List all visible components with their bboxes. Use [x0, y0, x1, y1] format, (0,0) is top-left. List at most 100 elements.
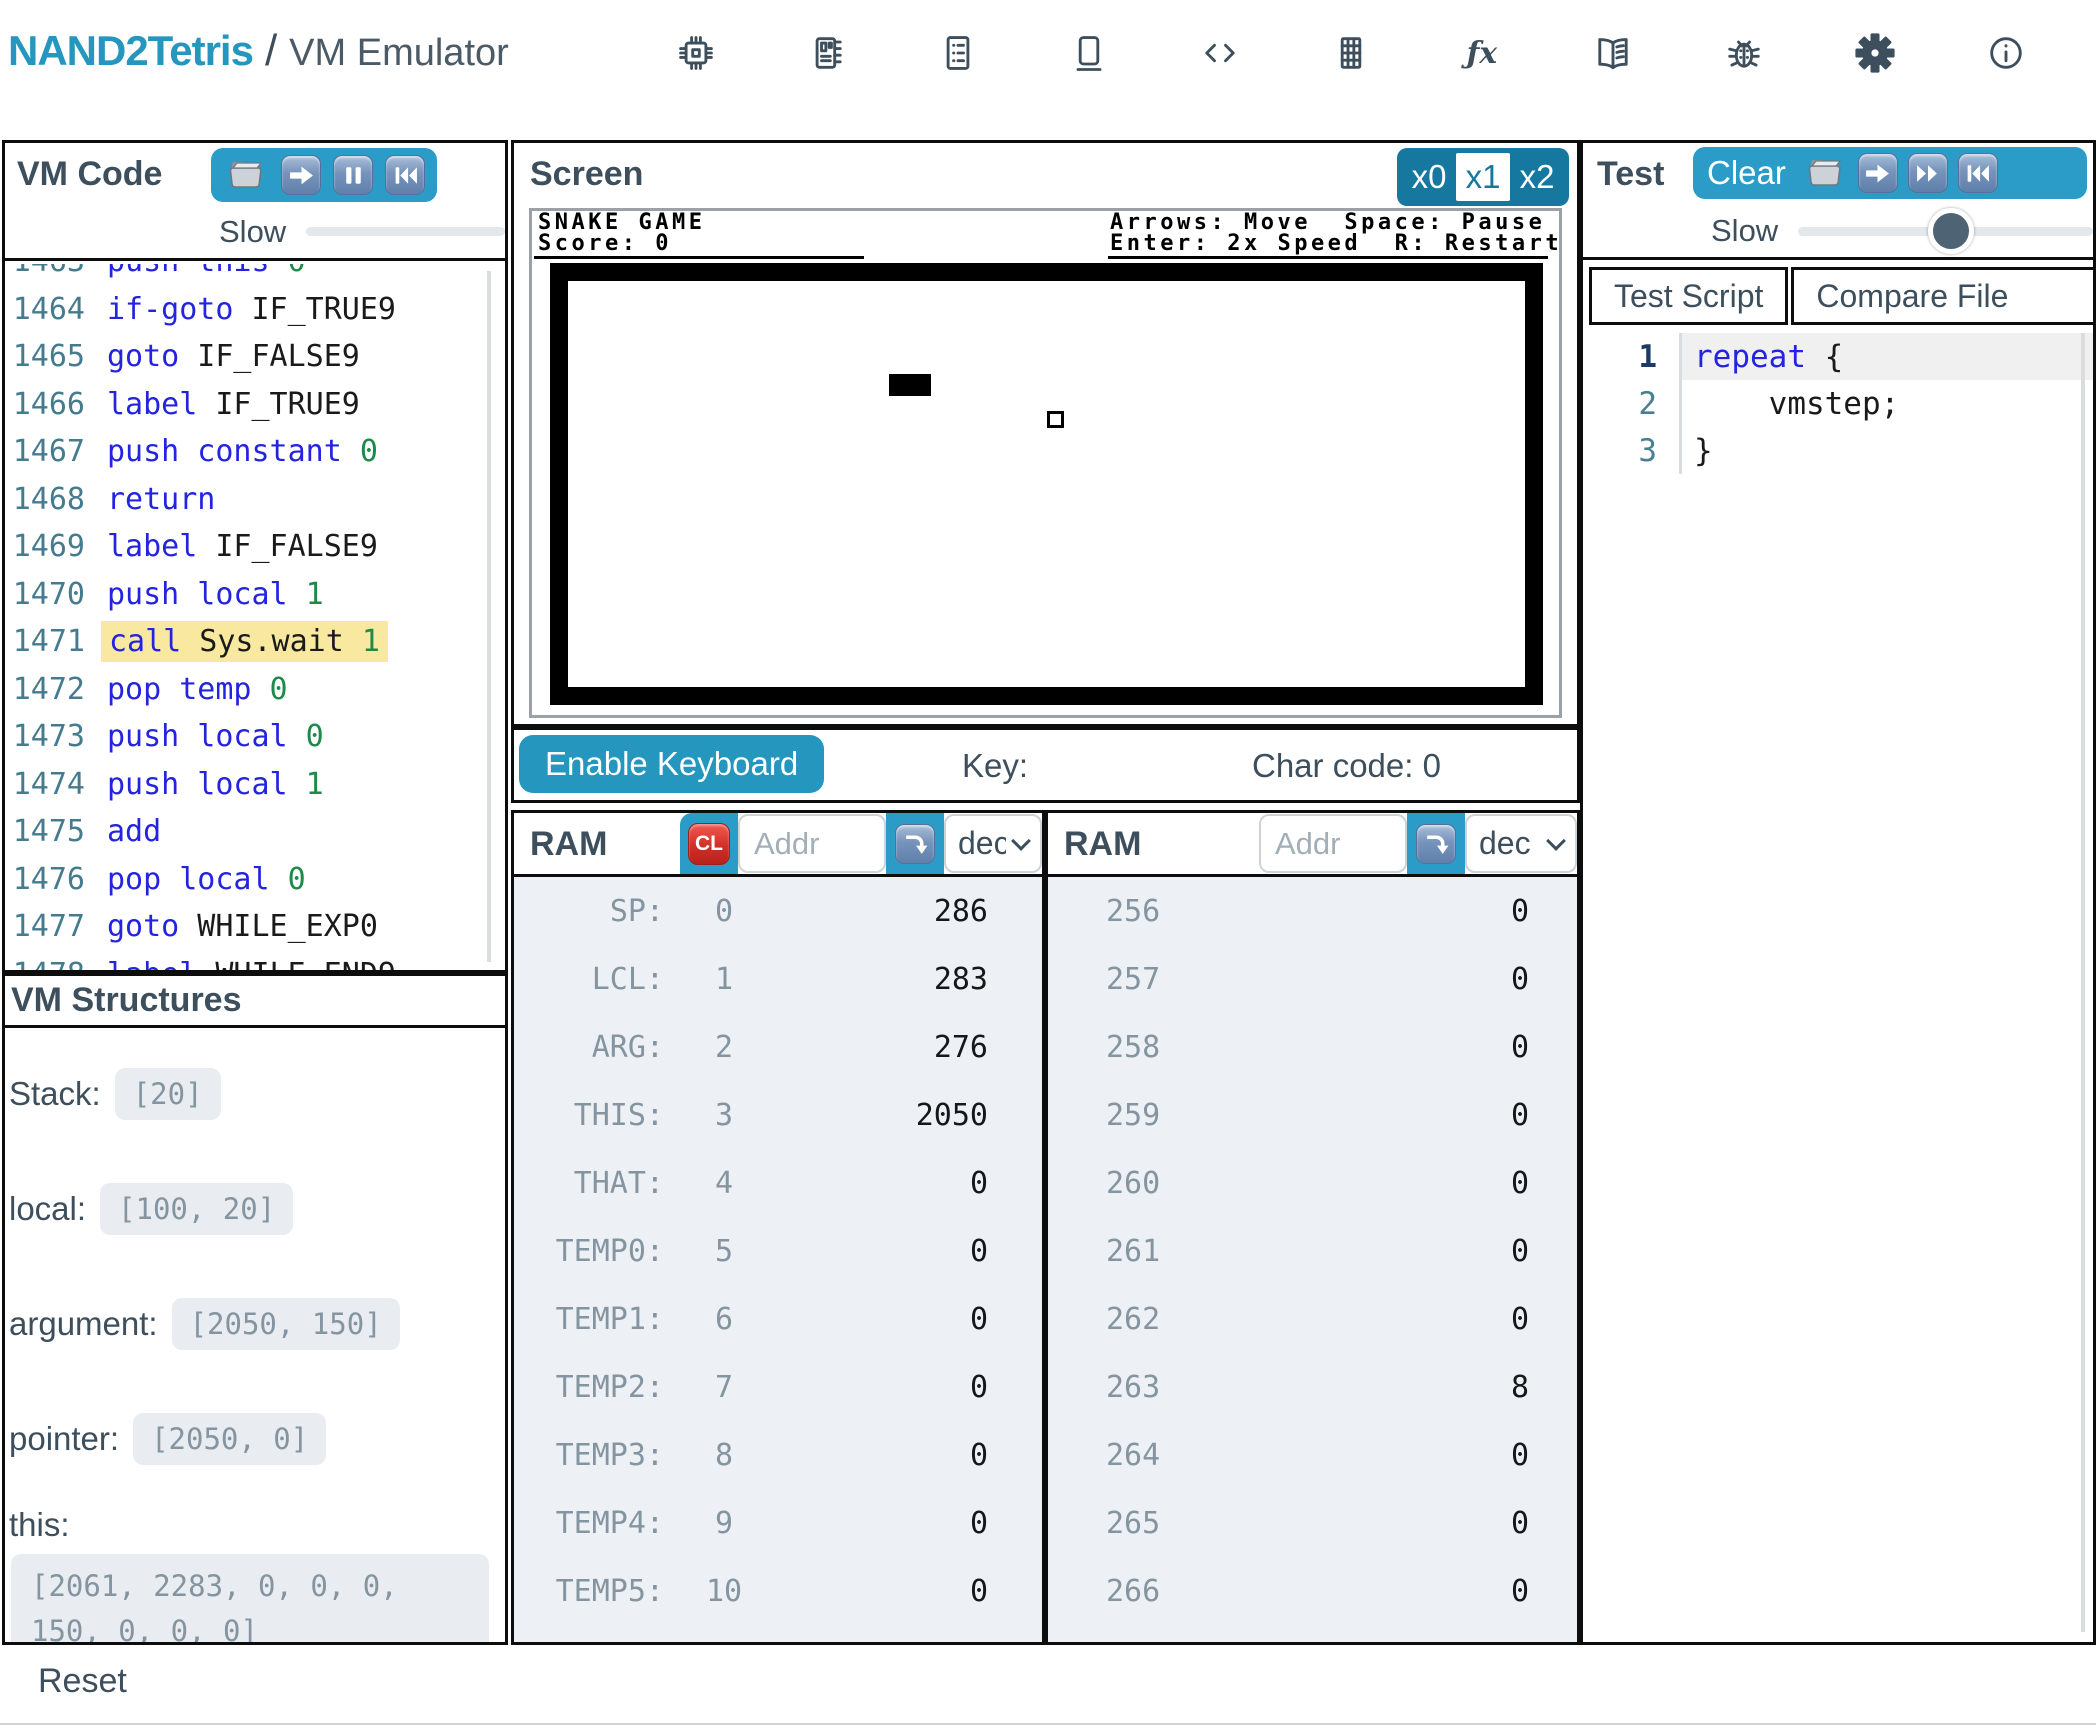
ram-row[interactable]: 2620	[1048, 1285, 1577, 1353]
ram-row[interactable]: 2600	[1048, 1149, 1577, 1217]
book-icon[interactable]	[1590, 30, 1636, 76]
memory-icon[interactable]	[804, 30, 850, 76]
ram-row[interactable]: 2610	[1048, 1217, 1577, 1285]
step-forward-icon[interactable]	[281, 155, 321, 195]
ram-row-address: 5	[664, 1234, 784, 1269]
ram-row[interactable]: TEMP1:60	[514, 1285, 1042, 1353]
code-line[interactable]: 1463push this 0	[5, 264, 505, 286]
code-token: local	[179, 719, 287, 754]
clear-segment: CL	[680, 813, 738, 874]
code-line[interactable]: 1466label IF_TRUE9	[5, 381, 505, 429]
chevron-down-icon	[1546, 831, 1566, 851]
vm-code-scrollbar[interactable]	[487, 271, 491, 962]
code-line[interactable]: 1469label IF_FALSE9	[5, 523, 505, 571]
tab-compare-file[interactable]: Compare File	[1791, 267, 2096, 325]
bug-icon[interactable]	[1721, 30, 1767, 76]
screen-icon[interactable]	[1066, 30, 1112, 76]
vm-speed-slider[interactable]	[306, 227, 505, 236]
test-script-listing[interactable]: 1repeat {2 vmstep;3}	[1583, 333, 2093, 474]
ram-row-value: 0	[1313, 1234, 1578, 1269]
tab-test-script[interactable]: Test Script	[1589, 267, 1788, 325]
ram-row-address: 7	[664, 1370, 784, 1405]
code-line[interactable]: 1475add	[5, 808, 505, 856]
clear-ram-icon[interactable]: CL	[688, 823, 730, 865]
rewind-icon[interactable]	[1958, 153, 1998, 193]
test-speed-slider-thumb[interactable]	[1928, 208, 1974, 254]
ram-row[interactable]: 2640	[1048, 1421, 1577, 1489]
code-icon[interactable]	[1197, 30, 1243, 76]
ram-row[interactable]: 2650	[1048, 1489, 1577, 1557]
ram-row-address: 257	[1048, 962, 1313, 997]
code-line[interactable]: 1476pop local 0	[5, 856, 505, 904]
line-code: vmstep;	[1679, 380, 2093, 427]
code-line[interactable]: 1471call Sys.wait 1	[5, 618, 505, 666]
cpu-icon[interactable]	[673, 30, 719, 76]
open-folder-icon[interactable]	[223, 154, 269, 196]
pause-icon[interactable]	[333, 155, 373, 195]
ram-row-value: 0	[784, 1438, 1042, 1473]
arrow-down-icon[interactable]	[1416, 824, 1456, 864]
ram-right-format-select[interactable]: dec	[1465, 814, 1577, 873]
code-line[interactable]: 1478label WHILE_END9	[5, 951, 505, 971]
info-icon[interactable]	[1983, 30, 2029, 76]
ram-row[interactable]: THIS:32050	[514, 1081, 1042, 1149]
program-list-icon[interactable]	[935, 30, 981, 76]
code-line[interactable]: 1474push local 1	[5, 761, 505, 809]
ram-row[interactable]: THAT:40	[514, 1149, 1042, 1217]
code-line[interactable]: 1464if-goto IF_TRUE9	[5, 286, 505, 334]
open-folder-icon[interactable]	[1802, 152, 1848, 194]
settings-gear-icon[interactable]	[1852, 30, 1898, 76]
ram-row[interactable]: TEMP0:50	[514, 1217, 1042, 1285]
scale-button-x1[interactable]: x1	[1456, 153, 1510, 201]
ram-row[interactable]: 2580	[1048, 1013, 1577, 1081]
code-line[interactable]: 1477goto WHILE_EXP0	[5, 903, 505, 951]
line-number: 2	[1583, 386, 1657, 422]
grid-icon[interactable]	[1328, 30, 1374, 76]
ram-row-address: 256	[1048, 894, 1313, 929]
ram-row[interactable]: 2638	[1048, 1353, 1577, 1421]
code-token: 0	[270, 862, 306, 897]
ram-row[interactable]: SP:0286	[514, 877, 1042, 945]
ram-row[interactable]: TEMP3:80	[514, 1421, 1042, 1489]
code-line[interactable]: 1repeat {	[1583, 333, 2093, 380]
clear-test-button[interactable]: Clear	[1707, 154, 1786, 192]
step-forward-icon[interactable]	[1858, 153, 1898, 193]
code-line[interactable]: 1465goto IF_FALSE9	[5, 333, 505, 381]
fast-forward-icon[interactable]	[1908, 153, 1948, 193]
code-line[interactable]: 1472pop temp 0	[5, 666, 505, 714]
ram-row[interactable]: 2660	[1048, 1557, 1577, 1625]
code-line[interactable]: 3}	[1583, 427, 2093, 474]
line-code: if-goto IF_TRUE9	[107, 292, 396, 327]
ram-right-addr-input[interactable]	[1259, 814, 1407, 873]
ram-row[interactable]: TEMP2:70	[514, 1353, 1042, 1421]
code-line[interactable]: 1473push local 0	[5, 713, 505, 761]
reset-button[interactable]: Reset	[38, 1662, 127, 1701]
test-speed-slider[interactable]	[1798, 227, 2093, 236]
vm-code-listing[interactable]: 1463push this 01464if-goto IF_TRUE91465g…	[5, 264, 505, 970]
ram-left-format-select[interactable]: dec	[944, 814, 1042, 873]
ram-row[interactable]: TEMP4:90	[514, 1489, 1042, 1557]
code-line[interactable]: 1468return	[5, 476, 505, 524]
ram-row[interactable]: 2590	[1048, 1081, 1577, 1149]
rewind-icon[interactable]	[385, 155, 425, 195]
function-icon[interactable]: ƒx	[1459, 30, 1505, 76]
ram-left-addr-input[interactable]	[738, 814, 886, 873]
ram-left-table[interactable]: SP:0286LCL:1283ARG:2276THIS:32050THAT:40…	[514, 877, 1042, 1642]
scale-button-x0[interactable]: x0	[1402, 153, 1456, 201]
ram-row[interactable]: 2560	[1048, 877, 1577, 945]
ram-row[interactable]: ARG:2276	[514, 1013, 1042, 1081]
ram-right-table[interactable]: 2560257025802590260026102620263826402650…	[1048, 877, 1577, 1642]
scale-button-x2[interactable]: x2	[1510, 153, 1564, 201]
enable-keyboard-button[interactable]: Enable Keyboard	[519, 735, 824, 793]
arrow-down-icon[interactable]	[895, 824, 935, 864]
ram-panel-pointers: RAM CL dec SP:0286LCL:1283ARG:2276THIS:3…	[511, 810, 1045, 1645]
code-line[interactable]: 1470push local 1	[5, 571, 505, 619]
code-line[interactable]: 1467push constant 0	[5, 428, 505, 476]
code-line[interactable]: 2 vmstep;	[1583, 380, 2093, 427]
ram-row[interactable]: LCL:1283	[514, 945, 1042, 1013]
ram-row[interactable]: 2570	[1048, 945, 1577, 1013]
test-scrollbar[interactable]	[2081, 333, 2085, 1632]
screen-header: Screen x0x1x2	[514, 143, 1577, 205]
ram-row[interactable]: TEMP5:100	[514, 1557, 1042, 1625]
vm-code-panel: VM Code Slow 1463push this 0146	[2, 140, 508, 973]
